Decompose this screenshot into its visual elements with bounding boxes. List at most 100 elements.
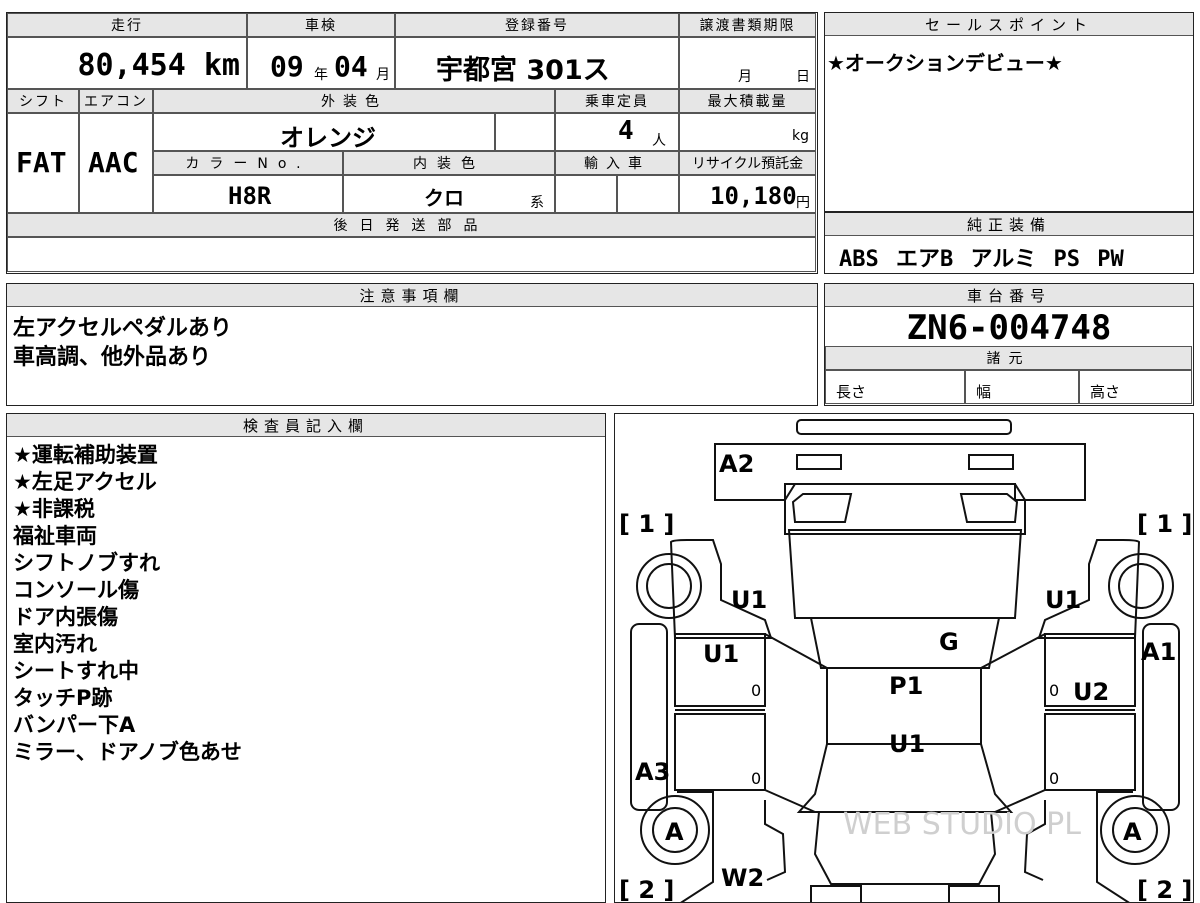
import-cell-b bbox=[617, 175, 679, 213]
mileage-value: 80,454 km bbox=[77, 48, 240, 83]
import-cell-a bbox=[555, 175, 617, 213]
mileage-label: 走行 bbox=[7, 13, 247, 37]
rear-window-shape bbox=[787, 529, 1023, 619]
interior-unit: 系 bbox=[530, 195, 544, 211]
mark-p1: P1 bbox=[889, 672, 923, 700]
chassis-label: 車台番号 bbox=[825, 284, 1193, 307]
mark-a-left: A bbox=[665, 818, 684, 846]
caution-text: 左アクセルペダルあり 車高調、他外品あり bbox=[13, 316, 232, 370]
exterior-label: 外装色 bbox=[153, 89, 555, 113]
equipment-label: 純正装備 bbox=[825, 213, 1193, 236]
year-unit: 年 bbox=[314, 67, 328, 83]
trunk-shape bbox=[784, 483, 1026, 535]
mark-a3: A3 bbox=[635, 758, 670, 786]
car-diagram: A2 [ 1 ] [ 1 ] U1 U1 G U1 A1 P1 U2 U1 A3… bbox=[619, 419, 1192, 903]
inspector-label: 検査員記入欄 bbox=[7, 414, 605, 437]
sales-point-panel: セールスポイント ★オークションデビュー★ bbox=[824, 12, 1194, 212]
interior-value: クロ bbox=[424, 186, 464, 210]
caution-label: 注意事項欄 bbox=[7, 284, 817, 307]
recycle-unit: 円 bbox=[796, 195, 810, 211]
spec-length: 長さ bbox=[825, 370, 965, 404]
recycle-value: 10,180 bbox=[710, 182, 797, 210]
registration-cell: 宇都宮 301ス7305 bbox=[395, 37, 679, 118]
maxload-cell: kg bbox=[679, 113, 816, 151]
mileage-cell: 80,454 km bbox=[7, 37, 247, 89]
right-rear-wheel-inner bbox=[1118, 563, 1164, 609]
mark-two-right: [ 2 ] bbox=[1137, 876, 1192, 903]
aircon-label: エアコン bbox=[79, 89, 153, 113]
deadline-label: 譲渡書類期限 bbox=[679, 13, 816, 37]
spec-width: 幅 bbox=[965, 370, 1079, 404]
rear-lamp-left bbox=[796, 454, 842, 470]
colorno-label: カラーNo. bbox=[153, 151, 343, 175]
mark-u1-door: U1 bbox=[703, 640, 739, 668]
mark-two-left: [ 2 ] bbox=[619, 876, 674, 903]
deadline-cell: 月 日 bbox=[679, 37, 816, 89]
registration-label: 登録番号 bbox=[395, 13, 679, 37]
chassis-panel: 車台番号 ZN6-004748 諸元 長さ 幅 高さ bbox=[824, 283, 1194, 406]
inspection-label: 車検 bbox=[247, 13, 395, 37]
trunk-light-right bbox=[959, 493, 1019, 523]
later-parts-cell bbox=[7, 237, 816, 272]
colorno-value: H8R bbox=[228, 182, 272, 210]
sales-point-text: ★オークションデビュー★ bbox=[827, 51, 1063, 75]
capacity-label: 乗車定員 bbox=[555, 89, 679, 113]
left-rear-wheel-inner bbox=[646, 563, 692, 609]
left-front-fender-shape bbox=[764, 800, 787, 881]
damage-diagram-panel: A2 [ 1 ] [ 1 ] U1 U1 G U1 A1 P1 U2 U1 A3… bbox=[614, 413, 1194, 903]
maxload-unit: kg bbox=[792, 128, 809, 144]
specs-label: 諸元 bbox=[825, 346, 1192, 370]
recycle-cell: 10,180 円 bbox=[679, 175, 816, 213]
spec-length-label: 長さ bbox=[836, 383, 867, 401]
mark-u1-floor: U1 bbox=[889, 730, 925, 758]
spec-width-label: 幅 bbox=[976, 383, 992, 401]
later-parts-label: 後日発送部品 bbox=[7, 213, 816, 237]
inspector-panel: 検査員記入欄 ★運転補助装置 ★左足アクセル ★非課税 福祉車両 シフトノブすれ… bbox=[6, 413, 606, 903]
interior-cell: クロ 系 bbox=[343, 175, 555, 213]
door-handle-mark-rl: 0 bbox=[751, 681, 761, 700]
mark-a-right: A bbox=[1123, 818, 1142, 846]
mark-one-left: [ 1 ] bbox=[619, 510, 674, 538]
mark-a1: A1 bbox=[1141, 638, 1176, 666]
mark-one-right: [ 1 ] bbox=[1137, 510, 1192, 538]
capacity-cell: 4 人 bbox=[555, 113, 679, 151]
roof-front-shape bbox=[809, 617, 1001, 669]
vehicle-info-panel: 走行 車検 登録番号 譲渡書類期限 80,454 km 09 年 04 月 宇都… bbox=[6, 12, 818, 274]
inspection-month: 04 bbox=[334, 50, 368, 83]
front-lamp-left bbox=[810, 885, 862, 902]
mark-u1-left: U1 bbox=[731, 586, 767, 614]
import-label: 輸入車 bbox=[555, 151, 679, 175]
rear-lamp-right bbox=[968, 454, 1014, 470]
capacity-value: 4 bbox=[618, 116, 634, 146]
inspection-year: 09 bbox=[270, 50, 304, 83]
chassis-number: ZN6-004748 bbox=[906, 308, 1112, 348]
exterior-cell: オレンジ bbox=[153, 113, 495, 152]
deadline-day: 日 bbox=[796, 69, 810, 85]
deadline-month: 月 bbox=[738, 69, 752, 85]
interior-label: 内装色 bbox=[343, 151, 555, 175]
rear-spoiler-shape bbox=[796, 419, 1012, 435]
mark-g: G bbox=[939, 628, 959, 656]
exterior-extra-cell bbox=[495, 113, 555, 151]
rear-bumper-shape bbox=[714, 443, 1086, 501]
front-lamp-right bbox=[948, 885, 1000, 902]
sales-point-label: セールスポイント bbox=[825, 13, 1193, 36]
inspector-notes: ★運転補助装置 ★左足アクセル ★非課税 福祉車両 シフトノブすれ コンソール傷… bbox=[13, 443, 242, 764]
trunk-light-left bbox=[791, 493, 853, 523]
spec-height: 高さ bbox=[1079, 370, 1192, 404]
door-handle-mark-fl: 0 bbox=[751, 769, 761, 788]
caution-panel: 注意事項欄 左アクセルペダルあり 車高調、他外品あり bbox=[6, 283, 818, 406]
capacity-unit: 人 bbox=[652, 133, 666, 149]
aircon-value: AAC bbox=[88, 146, 139, 179]
inspection-cell: 09 年 04 月 bbox=[247, 37, 395, 89]
shift-value: FAT bbox=[16, 146, 67, 179]
aircon-cell: AAC bbox=[79, 113, 153, 213]
door-handle-mark-fr: 0 bbox=[1049, 769, 1059, 788]
equipment-panel: 純正装備 ABS エアB アルミ PS PW bbox=[824, 212, 1194, 274]
mark-u2: U2 bbox=[1073, 678, 1109, 706]
shift-cell: FAT bbox=[7, 113, 79, 213]
mark-w2: W2 bbox=[721, 864, 764, 892]
spec-height-label: 高さ bbox=[1090, 383, 1121, 401]
month-unit: 月 bbox=[376, 67, 390, 83]
mark-u1-right: U1 bbox=[1045, 586, 1081, 614]
